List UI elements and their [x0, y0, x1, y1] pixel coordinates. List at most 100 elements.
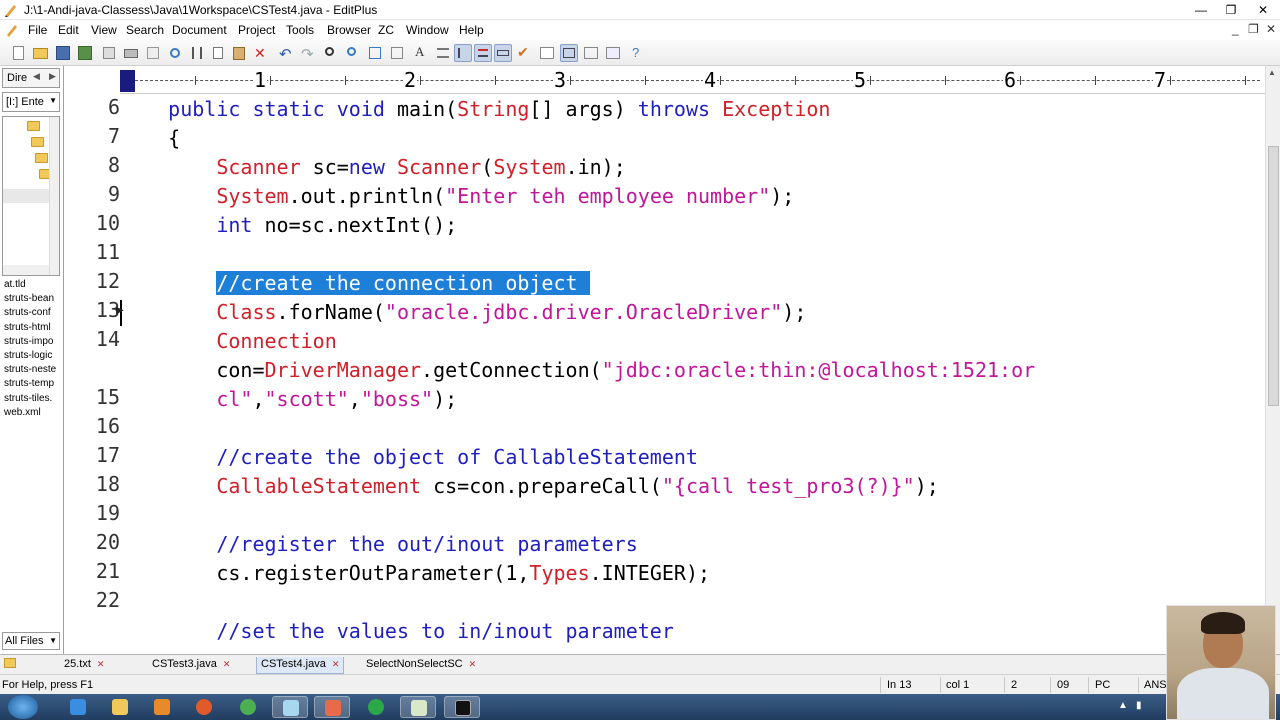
code-line[interactable]: //set the values to in/inout parameter	[120, 617, 674, 646]
close-button[interactable]: ✕	[1250, 0, 1276, 20]
doc-close-button[interactable]: ✕	[1266, 22, 1276, 36]
find-next-icon[interactable]	[344, 44, 362, 62]
editor-vertical-scrollbar[interactable]: ▲ ▼	[1265, 66, 1280, 654]
doc-restore-button[interactable]: ❐	[1248, 22, 1259, 36]
taskbar-firefox-icon[interactable]	[186, 696, 222, 718]
refresh-icon[interactable]	[166, 44, 184, 62]
code-editor[interactable]: 6 7 8 9 10 11 12 13 14 15 16 17 18 19 20 21 22 ▶ public …	[64, 94, 1265, 654]
line-number-icon[interactable]	[474, 44, 492, 62]
folder-tree[interactable]	[2, 116, 60, 276]
menu-document[interactable]: Document	[172, 23, 227, 37]
tab-cstest3[interactable]: CSTest3.java ✕	[148, 657, 234, 674]
menu-file[interactable]: File	[28, 23, 47, 37]
file-item[interactable]: struts-conf	[2, 306, 60, 320]
tab-selectnonselectsc[interactable]: SelectNonSelectSC ✕	[362, 657, 480, 674]
check-icon[interactable]: ✔	[514, 44, 532, 62]
file-filter-select[interactable]: All Files ▼	[2, 632, 60, 650]
taskbar-ie-icon[interactable]	[60, 696, 96, 718]
cut-icon[interactable]	[188, 44, 206, 62]
wrap-toggle-icon[interactable]	[454, 44, 472, 62]
file-item[interactable]: at.tld	[2, 278, 60, 292]
menu-search[interactable]: Search	[126, 23, 164, 37]
tab-close-icon[interactable]: ✕	[469, 659, 477, 669]
menu-help[interactable]: Help	[459, 23, 484, 37]
print-icon[interactable]	[122, 44, 140, 62]
redo-icon[interactable]: ↷	[298, 44, 316, 63]
save-all-icon[interactable]	[76, 44, 94, 62]
spell-check-icon[interactable]	[144, 44, 162, 62]
drive-select[interactable]: [I:] Ente ▼	[2, 92, 60, 112]
tab-close-icon[interactable]: ✕	[223, 659, 231, 669]
taskbar-cmd-icon[interactable]	[444, 696, 480, 718]
code-line[interactable]: //register the out/inout parameters	[120, 530, 637, 559]
tray-arrow-icon[interactable]: ▲	[1118, 700, 1128, 711]
file-item[interactable]: struts-temp	[2, 377, 60, 391]
code-line[interactable]: {	[120, 124, 180, 153]
taskbar-explorer-icon[interactable]	[102, 696, 138, 718]
save-icon[interactable]	[54, 44, 72, 62]
code-line[interactable]: Class.forName("oracle.jdbc.driver.Oracle…	[120, 298, 806, 327]
copy-icon[interactable]	[210, 44, 228, 62]
minimize-button[interactable]: —	[1188, 0, 1214, 20]
code-area[interactable]: ▶ public static void main(String[] args)…	[116, 94, 1265, 654]
file-item[interactable]: web.xml	[2, 406, 60, 420]
code-line[interactable]: //create the object of CallableStatement	[120, 443, 698, 472]
delete-icon[interactable]: ✕	[250, 44, 268, 62]
menu-edit[interactable]: Edit	[58, 23, 79, 37]
doc-minimize-button[interactable]: _	[1232, 22, 1239, 36]
scroll-up-icon[interactable]: ▲	[1268, 68, 1276, 77]
start-button[interactable]	[8, 695, 38, 719]
menu-window[interactable]: Window	[406, 23, 449, 37]
folder-icon[interactable]	[31, 137, 44, 147]
tray-battery-icon[interactable]: ▮	[1136, 700, 1142, 711]
code-line[interactable]: public static void main(String[] args) t…	[120, 95, 830, 124]
code-line[interactable]: con=DriverManager.getConnection("jdbc:or…	[120, 356, 1035, 385]
code-line[interactable]: Connection	[120, 327, 336, 356]
menu-browser[interactable]: Browser	[327, 23, 371, 37]
menu-view[interactable]: View	[91, 23, 117, 37]
file-item[interactable]: struts-html	[2, 321, 60, 335]
taskbar-notepad-icon[interactable]	[400, 696, 436, 718]
tab-25-txt[interactable]: 25.txt ✕	[60, 657, 108, 674]
help-icon[interactable]: ?	[628, 44, 646, 62]
tree-vertical-scrollbar[interactable]	[49, 117, 59, 275]
replace-icon[interactable]	[366, 44, 384, 62]
file-item[interactable]: struts-logic	[2, 349, 60, 363]
maximize-button[interactable]: ❐	[1218, 0, 1244, 20]
file-item[interactable]: struts-impo	[2, 335, 60, 349]
tab-prev-icon[interactable]: ◀	[33, 71, 40, 82]
taskbar-camtasia-icon[interactable]	[358, 696, 394, 718]
browser-icon[interactable]	[538, 44, 556, 62]
new-file-icon[interactable]	[10, 44, 28, 62]
paste-icon[interactable]	[230, 44, 248, 62]
tab-cstest4[interactable]: CSTest4.java ✕	[256, 657, 345, 674]
menu-project[interactable]: Project	[238, 23, 275, 37]
scrollbar-thumb[interactable]	[1268, 146, 1279, 406]
folder-icon[interactable]	[27, 121, 40, 131]
code-line[interactable]: CallableStatement cs=con.prepareCall("{c…	[120, 472, 939, 501]
taskbar-chrome-icon[interactable]	[230, 696, 266, 718]
cliptext-icon[interactable]	[604, 44, 622, 62]
selected-folder-row[interactable]	[3, 189, 49, 203]
folder-icon[interactable]	[35, 153, 48, 163]
code-line[interactable]: cs.registerOutParameter(1,Types.INTEGER)…	[120, 559, 710, 588]
open-folder-icon[interactable]	[32, 44, 50, 62]
code-line[interactable]: int no=sc.nextInt();	[120, 211, 457, 240]
tab-close-icon[interactable]: ✕	[97, 659, 105, 669]
file-item[interactable]: struts-bean	[2, 292, 60, 306]
undo-icon[interactable]: ↶	[276, 44, 294, 63]
tab-close-icon[interactable]: ✕	[332, 659, 340, 669]
print-preview-icon[interactable]	[100, 44, 118, 62]
file-item[interactable]: struts-neste	[2, 363, 60, 377]
menu-tools[interactable]: Tools	[286, 23, 314, 37]
directory-window-icon[interactable]	[560, 44, 578, 62]
output-window-icon[interactable]	[582, 44, 600, 62]
goto-icon[interactable]	[388, 44, 406, 62]
file-item[interactable]: struts-tiles.	[2, 392, 60, 406]
menu-zc[interactable]: ZC	[378, 23, 394, 37]
taskbar-editplus-icon[interactable]	[314, 696, 350, 718]
tree-horizontal-scrollbar[interactable]	[3, 265, 49, 275]
code-line[interactable]: //create the connection object	[120, 269, 590, 298]
word-wrap-icon[interactable]	[434, 44, 452, 62]
code-line[interactable]: cl","scott","boss");	[120, 385, 457, 414]
